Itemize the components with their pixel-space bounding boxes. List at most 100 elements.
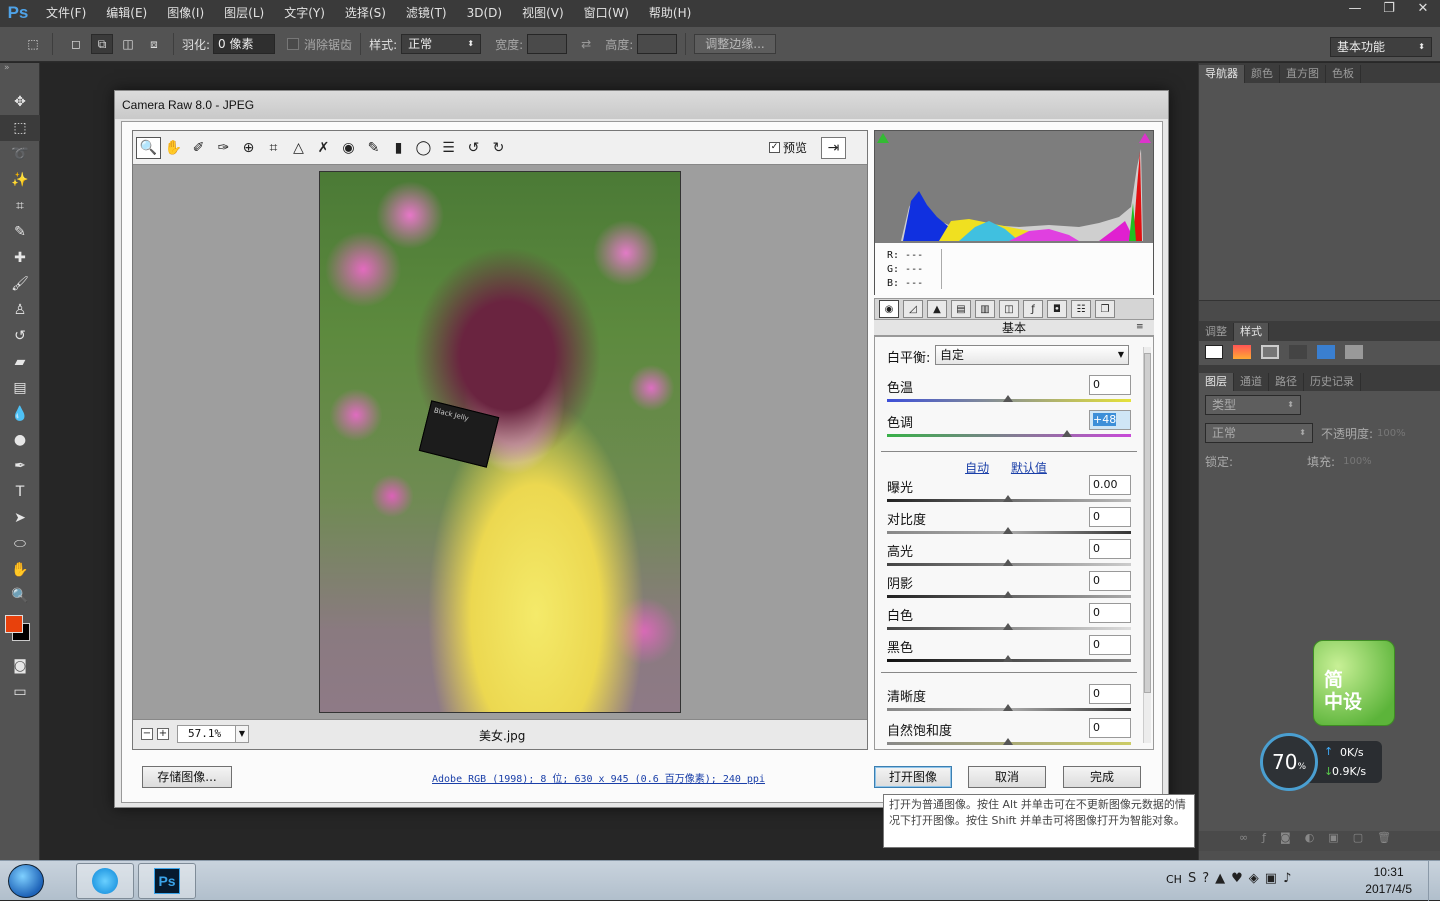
style-swatch[interactable] (1289, 345, 1307, 359)
zoom-dropdown-icon[interactable]: ▼ (235, 725, 249, 743)
temperature-value[interactable]: 0 (1089, 375, 1131, 395)
exposure-value[interactable]: 0.00 (1089, 475, 1131, 495)
restore-button[interactable]: ❐ (1372, 0, 1406, 20)
tab-history[interactable]: 历史记录 (1304, 373, 1361, 391)
tab-adjustments[interactable]: 调整 (1199, 323, 1234, 341)
detail-tab-icon[interactable]: ▲ (927, 300, 947, 318)
blacks-thumb[interactable] (1003, 655, 1013, 662)
target-adjust-icon[interactable]: ⊕ (236, 137, 261, 159)
eyedropper-tool-icon[interactable]: ✎ (0, 219, 40, 245)
tint-value[interactable]: +48 (1089, 410, 1131, 430)
menu-item[interactable]: 图层(L) (214, 0, 274, 26)
cancel-button[interactable]: 取消 (968, 766, 1046, 788)
zoom-icon[interactable]: 🔍 (136, 136, 161, 159)
quick-mask-icon[interactable]: ◙ (0, 653, 40, 679)
lasso-tool-icon[interactable]: ➰ (0, 141, 40, 167)
presets-tab-icon[interactable]: ☷ (1071, 300, 1091, 318)
highlights-thumb[interactable] (1003, 559, 1013, 566)
whites-value[interactable]: 0 (1089, 603, 1131, 623)
hand-icon[interactable]: ✋ (161, 137, 186, 159)
tab-color[interactable]: 颜色 (1245, 65, 1280, 83)
color-sampler-icon[interactable]: ✑ (211, 137, 236, 159)
tone-curve-tab-icon[interactable]: ◿ (903, 300, 923, 318)
shadows-thumb[interactable] (1003, 591, 1013, 598)
menu-item[interactable]: 帮助(H) (639, 0, 701, 26)
done-button[interactable]: 完成 (1063, 766, 1141, 788)
auto-link[interactable]: 自动 (965, 461, 989, 475)
show-desktop-button[interactable] (1428, 861, 1440, 901)
type-tool-icon[interactable]: T (0, 479, 40, 505)
split-toning-tab-icon[interactable]: ▥ (975, 300, 995, 318)
height-input[interactable] (637, 34, 678, 54)
white-balance-select[interactable]: 自定 ▼ (935, 345, 1129, 365)
tab-histogram[interactable]: 直方图 (1280, 65, 1326, 83)
style-swatch[interactable] (1317, 345, 1335, 359)
tab-layers[interactable]: 图层 (1199, 373, 1234, 391)
tab-channels[interactable]: 通道 (1234, 373, 1269, 391)
foreground-color-swatch[interactable] (5, 615, 23, 633)
crop-tool-icon[interactable]: ⌗ (0, 193, 40, 219)
marquee-tool-icon[interactable]: ⬚ (0, 115, 40, 141)
camera-calibration-tab-icon[interactable]: ◘ (1047, 300, 1067, 318)
save-image-button[interactable]: 存储图像... (142, 766, 232, 788)
zoom-out-button[interactable]: − (141, 728, 153, 740)
clarity-value[interactable]: 0 (1089, 684, 1131, 704)
stamp-tool-icon[interactable]: ♙ (0, 297, 40, 323)
taskbar-app-photoshop[interactable]: Ps (138, 863, 196, 899)
healing-brush-tool-icon[interactable]: ✚ (0, 245, 40, 271)
intersect-selection-icon[interactable]: ⧈ (143, 34, 165, 54)
lens-corrections-tab-icon[interactable]: ◫ (999, 300, 1019, 318)
contrast-thumb[interactable] (1003, 527, 1013, 534)
blacks-value[interactable]: 0 (1089, 635, 1131, 655)
vibrance-value[interactable]: 0 (1089, 718, 1131, 738)
layers-footer-icons[interactable]: ∞ƒ◙◐▣▢🗑 (1199, 831, 1440, 851)
zoom-tool-icon[interactable]: 🔍 (0, 583, 40, 609)
pen-tool-icon[interactable]: ✒ (0, 453, 40, 479)
zoom-in-button[interactable]: + (157, 728, 169, 740)
taskbar-app-browser[interactable] (76, 863, 134, 899)
preview-toggle[interactable]: ✓ 预览 (769, 139, 807, 156)
style-swatch[interactable] (1261, 345, 1279, 359)
minimize-button[interactable]: — (1338, 0, 1372, 20)
tab-navigator[interactable]: 导航器 (1199, 65, 1245, 83)
menu-item[interactable]: 编辑(E) (96, 0, 157, 26)
preview-checkbox[interactable]: ✓ (769, 142, 780, 153)
path-select-tool-icon[interactable]: ➤ (0, 505, 40, 531)
dodge-tool-icon[interactable]: ● (0, 427, 40, 453)
adjustment-brush-icon[interactable]: ✎ (361, 137, 386, 159)
workspace-select[interactable]: 基本功能 ⬍ (1330, 37, 1432, 57)
effects-tab-icon[interactable]: ƒ (1023, 300, 1043, 318)
language-indicator[interactable]: CH (1166, 873, 1182, 886)
clarity-thumb[interactable] (1003, 704, 1013, 711)
menu-item[interactable]: 图像(I) (157, 0, 214, 26)
scrollbar-thumb[interactable] (1144, 353, 1151, 693)
menu-item[interactable]: 滤镜(T) (396, 0, 457, 26)
new-selection-icon[interactable]: ◻ (65, 34, 87, 54)
workflow-options-link[interactable]: Adobe RGB (1998); 8 位; 630 x 945 (0.6 百万… (432, 770, 765, 785)
white-balance-icon[interactable]: ✐ (186, 137, 211, 159)
close-button[interactable]: ✕ (1406, 0, 1440, 20)
vibrance-thumb[interactable] (1003, 738, 1013, 745)
move-tool-icon[interactable]: ✥ (0, 89, 40, 115)
crop-icon[interactable]: ⌗ (261, 137, 286, 159)
exposure-thumb[interactable] (1003, 495, 1013, 502)
tint-slider[interactable] (887, 434, 1131, 437)
default-link[interactable]: 默认值 (1011, 461, 1047, 475)
antialias-checkbox[interactable] (287, 38, 300, 50)
zoom-level-field[interactable]: 57.1% (177, 725, 237, 743)
temperature-thumb[interactable] (1003, 395, 1013, 402)
style-swatch-none[interactable] (1205, 345, 1223, 359)
refine-edge-button[interactable]: 调整边缘... (694, 34, 776, 54)
collapse-icon[interactable]: » (0, 63, 39, 89)
start-button[interactable] (8, 864, 44, 898)
rotate-left-icon[interactable]: ↺ (461, 137, 486, 159)
menu-item[interactable]: 3D(D) (457, 0, 512, 26)
menu-item[interactable]: 文字(Y) (274, 0, 335, 26)
rotate-right-icon[interactable]: ↻ (486, 137, 511, 159)
blur-tool-icon[interactable]: 💧 (0, 401, 40, 427)
screen-mode-icon[interactable]: ▭ (0, 679, 40, 705)
tint-thumb[interactable] (1062, 430, 1072, 437)
menu-item[interactable]: 视图(V) (512, 0, 574, 26)
style-swatch[interactable] (1345, 345, 1363, 359)
fullscreen-icon[interactable]: ⇥ (821, 136, 847, 159)
